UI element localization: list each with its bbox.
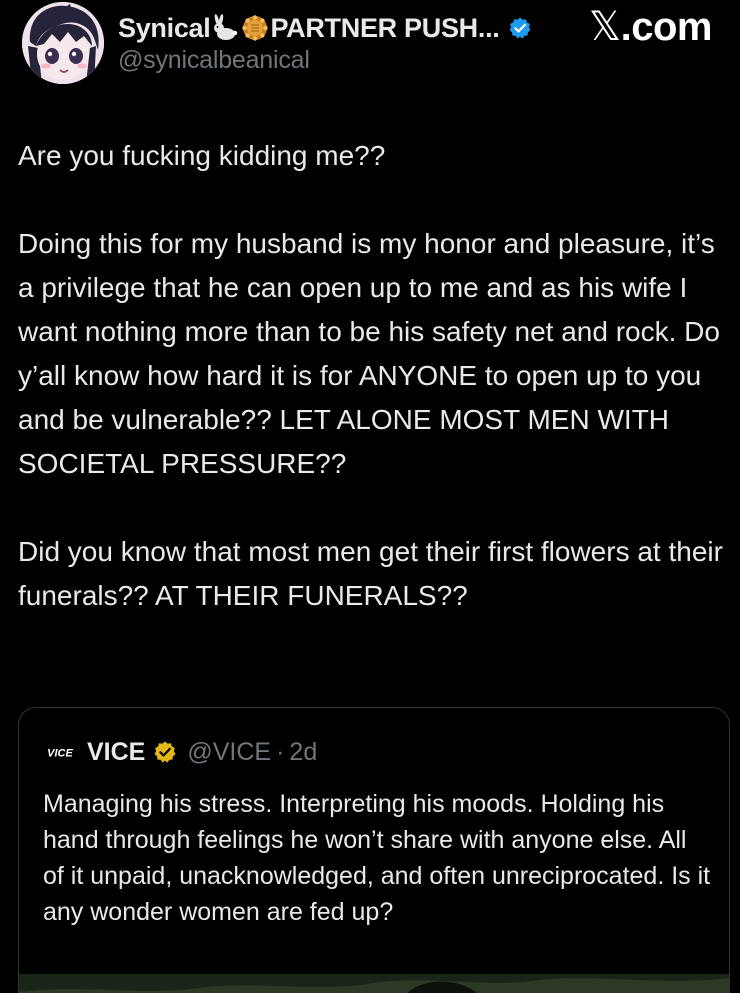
name-row: Synical PARTNER PUSH... (118, 10, 532, 46)
quoted-tweet-card[interactable]: VICE VICE @VICE · 2d Managing his stress… (18, 707, 730, 993)
mooncake-emoji-icon (241, 14, 269, 42)
avatar[interactable] (22, 2, 104, 84)
gold-verified-badge-icon (153, 740, 177, 764)
tweet-header: Synical PARTNER PUSH... @synicalbeanical… (0, 0, 740, 100)
quoted-tweet-text: Managing his stress. Interpreting his mo… (43, 790, 711, 926)
quoted-display-name[interactable]: VICE (87, 738, 145, 767)
media-image (19, 974, 729, 993)
quoted-media-preview[interactable] (19, 974, 729, 993)
screenshot-page: Synical PARTNER PUSH... @synicalbeanical… (0, 0, 740, 993)
tweet-paragraph: Are you fucking kidding me?? (18, 140, 386, 171)
quoted-timestamp[interactable]: 2d (289, 738, 317, 767)
site-watermark: 𝕏.com (588, 4, 713, 50)
verified-badge-icon (508, 16, 532, 40)
vice-logo-text: VICE (47, 748, 73, 760)
quoted-handle[interactable]: @VICE (187, 738, 271, 767)
tweet-paragraph: Did you know that most men get their fir… (18, 536, 723, 611)
site-watermark-label: .com (620, 5, 713, 49)
quoted-tweet-header: VICE VICE @VICE · 2d (43, 736, 317, 768)
rabbit-emoji-icon (211, 14, 239, 42)
tweet-text: Are you fucking kidding me?? Doing this … (18, 134, 734, 618)
vice-logo-icon[interactable]: VICE (43, 743, 77, 761)
tweet-paragraph: Doing this for my husband is my honor an… (18, 228, 720, 479)
anime-avatar-image (22, 2, 104, 84)
display-name[interactable]: Synical (118, 13, 211, 44)
x-logo-icon: 𝕏 (588, 4, 621, 50)
user-handle[interactable]: @synicalbeanical (118, 46, 310, 75)
display-name-suffix[interactable]: PARTNER PUSH... (270, 13, 499, 44)
separator-dot: · (276, 737, 285, 766)
